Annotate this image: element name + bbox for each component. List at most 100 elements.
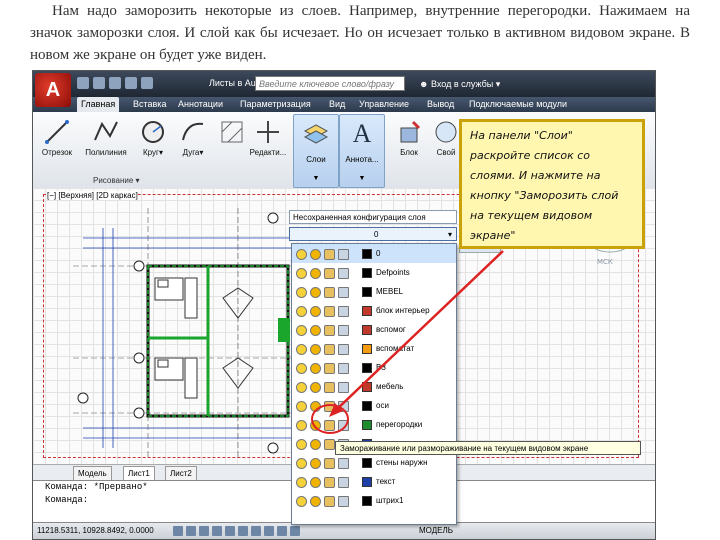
layer-color-swatch[interactable] [362, 477, 372, 487]
bulb-icon[interactable] [296, 325, 307, 336]
transparency-icon[interactable] [290, 526, 300, 536]
layer-state-combo[interactable]: Несохраненная конфигурация слоя [289, 210, 457, 224]
bulb-icon[interactable] [296, 287, 307, 298]
bulb-icon[interactable] [296, 458, 307, 469]
layer-color-swatch[interactable] [362, 420, 372, 430]
redo-icon[interactable] [141, 77, 153, 89]
model-space-toggle[interactable]: МОДЕЛЬ [419, 526, 453, 535]
sun-icon[interactable] [310, 287, 321, 298]
save-icon[interactable] [109, 77, 121, 89]
bulb-icon[interactable] [296, 439, 307, 450]
bulb-icon[interactable] [296, 344, 307, 355]
layer-row[interactable]: ВЗ [292, 358, 456, 377]
tab-manage[interactable]: Управление [359, 97, 409, 112]
lock-icon[interactable] [338, 363, 349, 374]
arc-tool[interactable]: Дуга▾ [173, 118, 213, 157]
sun-icon[interactable] [310, 249, 321, 260]
lock-icon[interactable] [338, 344, 349, 355]
tab-insert[interactable]: Вставка [133, 97, 166, 112]
tab-layout1[interactable]: Лист1 [123, 466, 155, 481]
sun-icon[interactable] [310, 496, 321, 507]
circle-tool[interactable]: Круг▾ [133, 118, 173, 157]
lock-icon[interactable] [338, 268, 349, 279]
layer-color-swatch[interactable] [362, 306, 372, 316]
annotation-panel-button[interactable]: A Аннота... ▼ [339, 114, 385, 188]
layer-row[interactable]: Defpoints [292, 263, 456, 282]
bulb-icon[interactable] [296, 420, 307, 431]
freeze-viewport-icon[interactable] [324, 496, 335, 507]
bulb-icon[interactable] [296, 268, 307, 279]
freeze-viewport-icon[interactable] [324, 344, 335, 355]
freeze-viewport-icon[interactable] [324, 268, 335, 279]
sun-icon[interactable] [310, 458, 321, 469]
layer-row[interactable]: вспоматат [292, 339, 456, 358]
grid-icon[interactable] [186, 526, 196, 536]
polar-icon[interactable] [212, 526, 222, 536]
layer-color-swatch[interactable] [362, 325, 372, 335]
lock-icon[interactable] [338, 477, 349, 488]
layer-color-swatch[interactable] [362, 401, 372, 411]
layers-panel-button[interactable]: Слои ▼ [293, 114, 339, 188]
sun-icon[interactable] [310, 306, 321, 317]
layer-row[interactable]: 0 [292, 244, 456, 263]
ducs-icon[interactable] [251, 526, 261, 536]
lock-icon[interactable] [338, 325, 349, 336]
freeze-viewport-icon[interactable] [324, 287, 335, 298]
lock-icon[interactable] [338, 287, 349, 298]
freeze-viewport-icon[interactable] [324, 439, 335, 450]
sun-icon[interactable] [310, 439, 321, 450]
line-tool[interactable]: Отрезок [37, 118, 77, 157]
tab-home[interactable]: Главная [77, 97, 120, 112]
freeze-viewport-icon[interactable] [324, 458, 335, 469]
login-link[interactable]: ☻ Вход в службы ▾ [419, 76, 519, 92]
bulb-icon[interactable] [296, 249, 307, 260]
application-menu-logo[interactable]: A [35, 73, 71, 107]
layer-color-swatch[interactable] [362, 458, 372, 468]
tab-model[interactable]: Модель [73, 466, 112, 481]
lineweight-icon[interactable] [277, 526, 287, 536]
layer-row[interactable]: штрих1 [292, 491, 456, 510]
freeze-viewport-icon[interactable] [324, 477, 335, 488]
sun-icon[interactable] [310, 344, 321, 355]
bulb-icon[interactable] [296, 363, 307, 374]
block-tool[interactable]: Блок [389, 118, 429, 157]
layer-color-swatch[interactable] [362, 382, 372, 392]
layer-row[interactable]: мебель [292, 377, 456, 396]
ortho-icon[interactable] [199, 526, 209, 536]
layer-row[interactable]: текст [292, 472, 456, 491]
dyn-icon[interactable] [264, 526, 274, 536]
current-layer-combo[interactable]: 0 ▾ [289, 227, 457, 241]
layer-color-swatch[interactable] [362, 344, 372, 354]
bulb-icon[interactable] [296, 401, 307, 412]
tab-parametric[interactable]: Параметризация [240, 97, 311, 112]
layer-color-swatch[interactable] [362, 249, 372, 259]
osnap-icon[interactable] [225, 526, 235, 536]
modify-tool[interactable]: Редакти... [245, 118, 291, 157]
bulb-icon[interactable] [296, 496, 307, 507]
layer-row[interactable]: блок интерьер [292, 301, 456, 320]
open-icon[interactable] [93, 77, 105, 89]
tab-plugins[interactable]: Подключаемые модули [469, 97, 567, 112]
layer-row[interactable]: MEBEL [292, 282, 456, 301]
freeze-viewport-icon[interactable] [324, 363, 335, 374]
snap-icon[interactable] [173, 526, 183, 536]
sun-icon[interactable] [310, 382, 321, 393]
viewport-controls-label[interactable]: [−] [Верхняя] [2D каркас] [47, 191, 138, 200]
tab-layout2[interactable]: Лист2 [165, 466, 197, 481]
undo-icon[interactable] [125, 77, 137, 89]
lock-icon[interactable] [338, 496, 349, 507]
lock-icon[interactable] [338, 249, 349, 260]
tab-annotate[interactable]: Аннотации [178, 97, 223, 112]
help-search-input[interactable]: Введите ключевое слово/фразу [255, 76, 405, 91]
polyline-tool[interactable]: Полилиния [81, 118, 131, 157]
bulb-icon[interactable] [296, 306, 307, 317]
layer-color-swatch[interactable] [362, 496, 372, 506]
freeze-viewport-icon[interactable] [324, 306, 335, 317]
layer-color-swatch[interactable] [362, 268, 372, 278]
layer-dropdown-list[interactable]: 0 Defpoints MEBEL блок интерьер вспомог вспом… [291, 243, 457, 525]
sun-icon[interactable] [310, 363, 321, 374]
freeze-viewport-icon[interactable] [324, 382, 335, 393]
tab-output[interactable]: Вывод [427, 97, 454, 112]
lock-icon[interactable] [338, 306, 349, 317]
layer-color-swatch[interactable] [362, 287, 372, 297]
